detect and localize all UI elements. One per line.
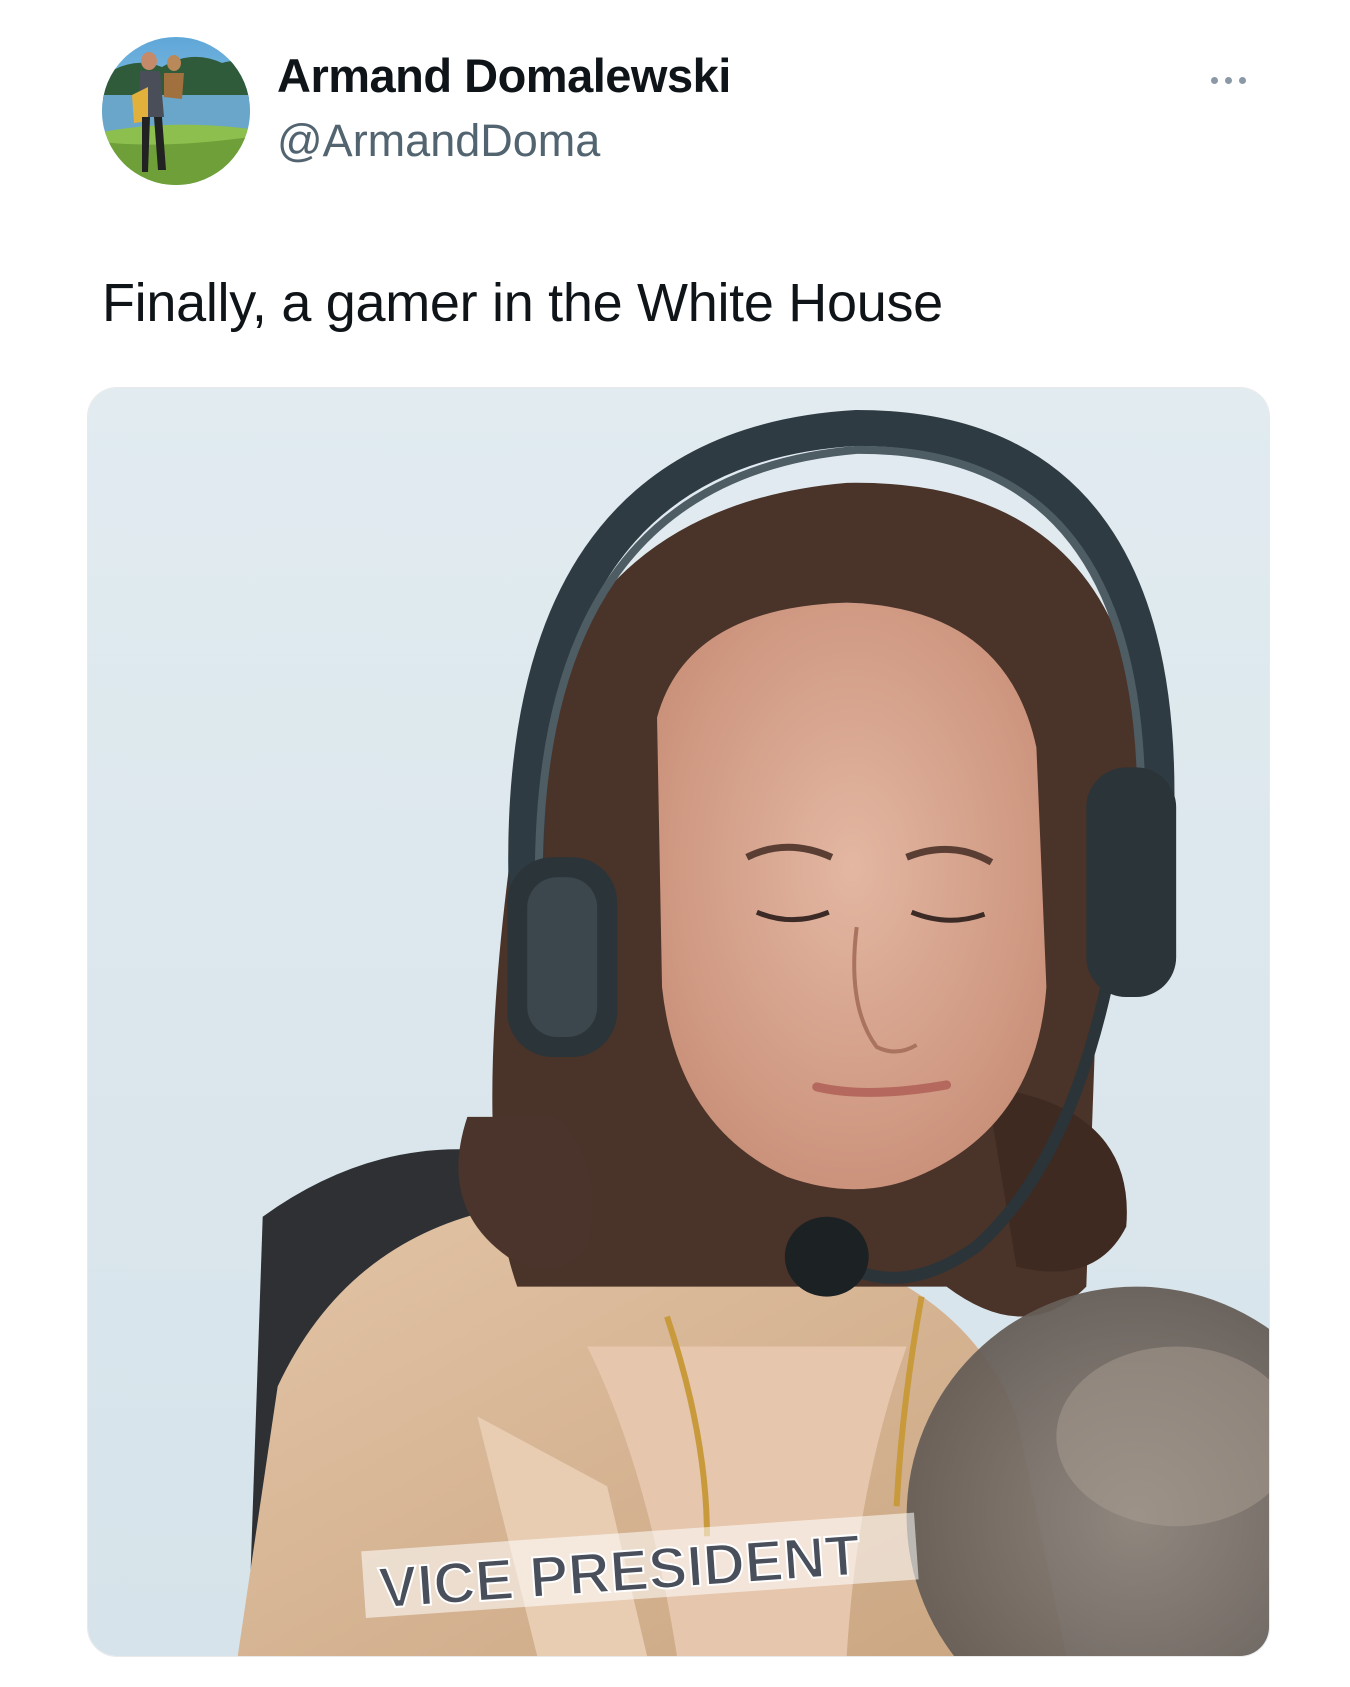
author-handle[interactable]: @ArmandDoma (277, 115, 600, 167)
tweet-media-image[interactable]: VICE PRESIDENT (87, 387, 1270, 1657)
profile-photo-icon (102, 37, 250, 185)
author-avatar[interactable] (102, 37, 250, 185)
photo-image: VICE PRESIDENT (88, 388, 1269, 1656)
tweet-card: Armand Domalewski @ArmandDoma Finally, a… (0, 0, 1350, 1687)
author-display-name[interactable]: Armand Domalewski (277, 48, 731, 103)
ellipsis-icon[interactable] (1198, 60, 1258, 100)
tweet-text: Finally, a gamer in the White House (102, 273, 943, 333)
